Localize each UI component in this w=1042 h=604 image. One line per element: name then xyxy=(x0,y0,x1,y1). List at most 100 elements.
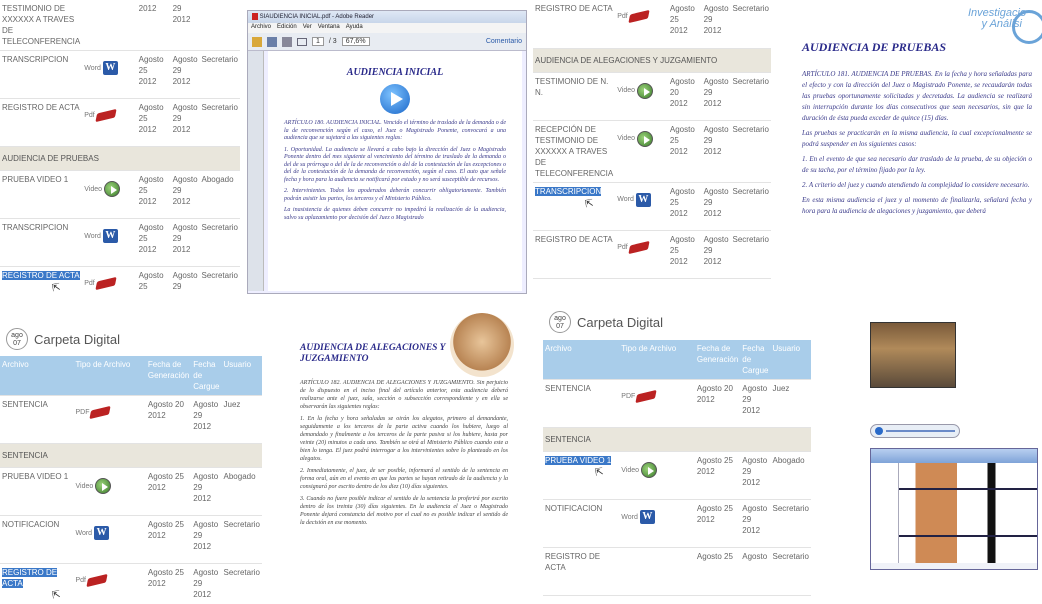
upload-date: Agosto292012 xyxy=(701,72,731,121)
file-type[interactable]: Pdf xyxy=(75,573,108,588)
file-name-link[interactable]: PRUEBA VIDEO 1 xyxy=(545,456,612,465)
file-type[interactable]: Video xyxy=(617,82,654,99)
column-header[interactable]: Usuario xyxy=(770,340,811,380)
word-icon: W xyxy=(639,510,655,524)
file-type[interactable]: Pdf xyxy=(84,108,117,123)
panel-file-table-1: TESTIMONIO DE XXXXXX A TRAVES DE TELECON… xyxy=(0,0,240,293)
video-icon xyxy=(637,130,654,147)
section-row: AUDIENCIA DE PRUEBAS xyxy=(0,146,240,171)
file-type[interactable]: Video xyxy=(84,181,121,197)
menu-item[interactable]: Ver xyxy=(303,24,312,32)
column-header[interactable]: Fecha de Cargue xyxy=(191,356,222,396)
gavel-icon xyxy=(450,313,514,377)
file-name-link[interactable]: TRANSCRIPCION xyxy=(2,223,68,232)
column-header[interactable]: Fecha de Cargue xyxy=(740,340,771,380)
file-name-link[interactable]: REGISTRO DE ACTA xyxy=(2,271,80,280)
file-name-link[interactable]: NOTIFICACION xyxy=(545,504,602,513)
column-header[interactable]: Usuario xyxy=(221,356,262,396)
file-type[interactable]: PDF xyxy=(621,389,657,404)
upload-date: Agosto292012 xyxy=(170,218,200,267)
file-name-link[interactable]: REGISTRO DE ACTA xyxy=(545,552,600,572)
user-cell xyxy=(199,0,240,51)
column-header[interactable]: Archivo xyxy=(543,340,620,380)
section-label: SENTENCIA xyxy=(0,443,262,468)
carpeta-title: Carpeta Digital xyxy=(34,331,120,347)
file-name-link[interactable]: REGISTRO DE ACTA xyxy=(2,103,80,112)
menu-item[interactable]: Archivo xyxy=(251,24,271,32)
doc-paragraph: 2. Intervinientes. Todos los apoderados … xyxy=(284,188,506,202)
section-label: AUDIENCIA DE ALEGACIONES Y JUZGAMIENTO xyxy=(533,48,771,73)
file-type[interactable]: Video xyxy=(621,462,658,478)
file-name-link[interactable]: REGISTRO DE ACTA xyxy=(2,568,58,588)
file-type[interactable]: Pdf xyxy=(617,240,650,254)
menu-item[interactable]: Ayuda xyxy=(346,24,363,32)
file-name-link[interactable]: SENTENCIA xyxy=(545,384,591,393)
pdf-icon xyxy=(89,405,112,420)
section-label: SENTENCIA xyxy=(543,427,811,452)
table-row: NOTIFICACION Word W Agosto 25 2012 Agosto 29 20… xyxy=(543,499,811,548)
doc-body: ARTÍCULO 181. AUDIENCIA DE PRUEBAS. En l… xyxy=(802,69,1032,217)
column-header[interactable]: Fecha de Generación xyxy=(145,356,192,396)
file-name-link[interactable]: TESTIMONIO DE XXXXXX A TRAVES DE TELECON… xyxy=(2,4,80,46)
section-row: SENTENCIA xyxy=(0,443,262,468)
upload-date: 29 2012 xyxy=(170,0,200,51)
file-type[interactable]: PDF xyxy=(75,405,112,420)
zoom-select[interactable]: 67,6% xyxy=(341,37,370,46)
seek-slider[interactable] xyxy=(886,430,955,432)
user-cell: Secretario xyxy=(199,98,240,147)
mouse-cursor-icon: ⇱ xyxy=(51,282,62,293)
panel-doc-alegaciones: AUDIENCIA DE ALEGACIONES Y JUZGAMIENTO A… xyxy=(288,313,516,604)
file-type[interactable]: Word W xyxy=(84,229,118,243)
user-cell: Secretario xyxy=(770,547,811,596)
file-name-link[interactable]: SENTENCIA xyxy=(2,400,48,409)
file-name-link[interactable]: REGISTRO DE ACTA xyxy=(535,235,613,244)
media-player-controls[interactable] xyxy=(870,424,960,438)
page-input[interactable]: 1 xyxy=(312,37,324,46)
generation-date: Agosto 20 2012 xyxy=(145,395,192,444)
reader-sidebar xyxy=(248,51,264,291)
file-type[interactable]: Word W xyxy=(75,526,110,540)
column-header[interactable]: Tipo de Archivo xyxy=(619,340,695,380)
file-name-link[interactable]: RECEPCIÓN DE TESTIMONIO DE XXXXXX A TRAV… xyxy=(535,125,613,178)
file-type[interactable]: Word W xyxy=(617,192,651,207)
upload-date: Agosto292012 xyxy=(191,515,222,564)
file-name-link[interactable]: TRANSCRIPCION xyxy=(2,55,68,64)
generation-date: Agosto 252012 xyxy=(136,98,171,147)
open-icon[interactable] xyxy=(252,36,262,47)
file-name-link[interactable]: TESTIMONIO DE N. N. xyxy=(535,77,608,97)
file-type[interactable]: Video xyxy=(617,130,654,147)
generation-date: Agosto 252012 xyxy=(136,218,171,267)
column-header[interactable]: Archivo xyxy=(0,356,74,396)
file-name-link[interactable]: NOTIFICACION xyxy=(2,520,59,529)
waveform[interactable] xyxy=(899,463,1037,563)
reader-title: SIAUDIENCIA INICIAL.pdf - Adobe Reader xyxy=(259,14,375,21)
menu-item[interactable]: Edición xyxy=(277,24,297,32)
reader-menubar: Archivo Edición Ver Ventana Ayuda xyxy=(248,23,526,33)
file-type[interactable]: Pdf xyxy=(617,9,650,24)
file-name-link[interactable]: PRUEBA VIDEO 1 xyxy=(2,472,68,481)
column-header[interactable]: Tipo de Archivo xyxy=(73,356,146,396)
pdf-icon xyxy=(95,276,117,291)
file-table: TESTIMONIO DE XXXXXX A TRAVES DE TELECON… xyxy=(0,0,240,293)
upload-date: Agosto292012 xyxy=(170,50,200,99)
save-icon[interactable] xyxy=(267,36,277,47)
user-cell: Juez xyxy=(221,395,262,444)
file-type[interactable]: Word W xyxy=(621,510,655,524)
file-type[interactable]: Video xyxy=(75,478,112,494)
generation-date: Agosto 252012 xyxy=(136,50,171,99)
menu-item[interactable]: Ventana xyxy=(318,24,340,32)
play-button[interactable] xyxy=(875,427,883,435)
print-icon[interactable] xyxy=(282,36,292,47)
play-icon[interactable] xyxy=(380,84,410,114)
file-name-link[interactable]: TRANSCRIPCION xyxy=(535,186,602,196)
file-name-link[interactable]: REGISTRO DE ACTA xyxy=(535,4,613,13)
file-name-link[interactable]: PRUEBA VIDEO 1 xyxy=(2,175,68,184)
table-row: TRANSCRIPCION ⇱ Word W Agosto 25 2012 Agosto 29… xyxy=(533,182,771,231)
file-type[interactable]: Word W xyxy=(84,61,118,75)
column-header[interactable]: Fecha de Generación xyxy=(694,340,741,380)
doc-paragraph: En esta misma audiencia el juez y al mom… xyxy=(802,196,1032,215)
table-row: REGISTRO DE ACTA ⇱ Pdf Agosto 252012Agosto2… xyxy=(0,266,240,293)
email-icon[interactable] xyxy=(297,37,307,46)
file-type[interactable]: Pdf xyxy=(84,276,117,291)
comment-tab[interactable]: Comentario xyxy=(486,38,522,45)
